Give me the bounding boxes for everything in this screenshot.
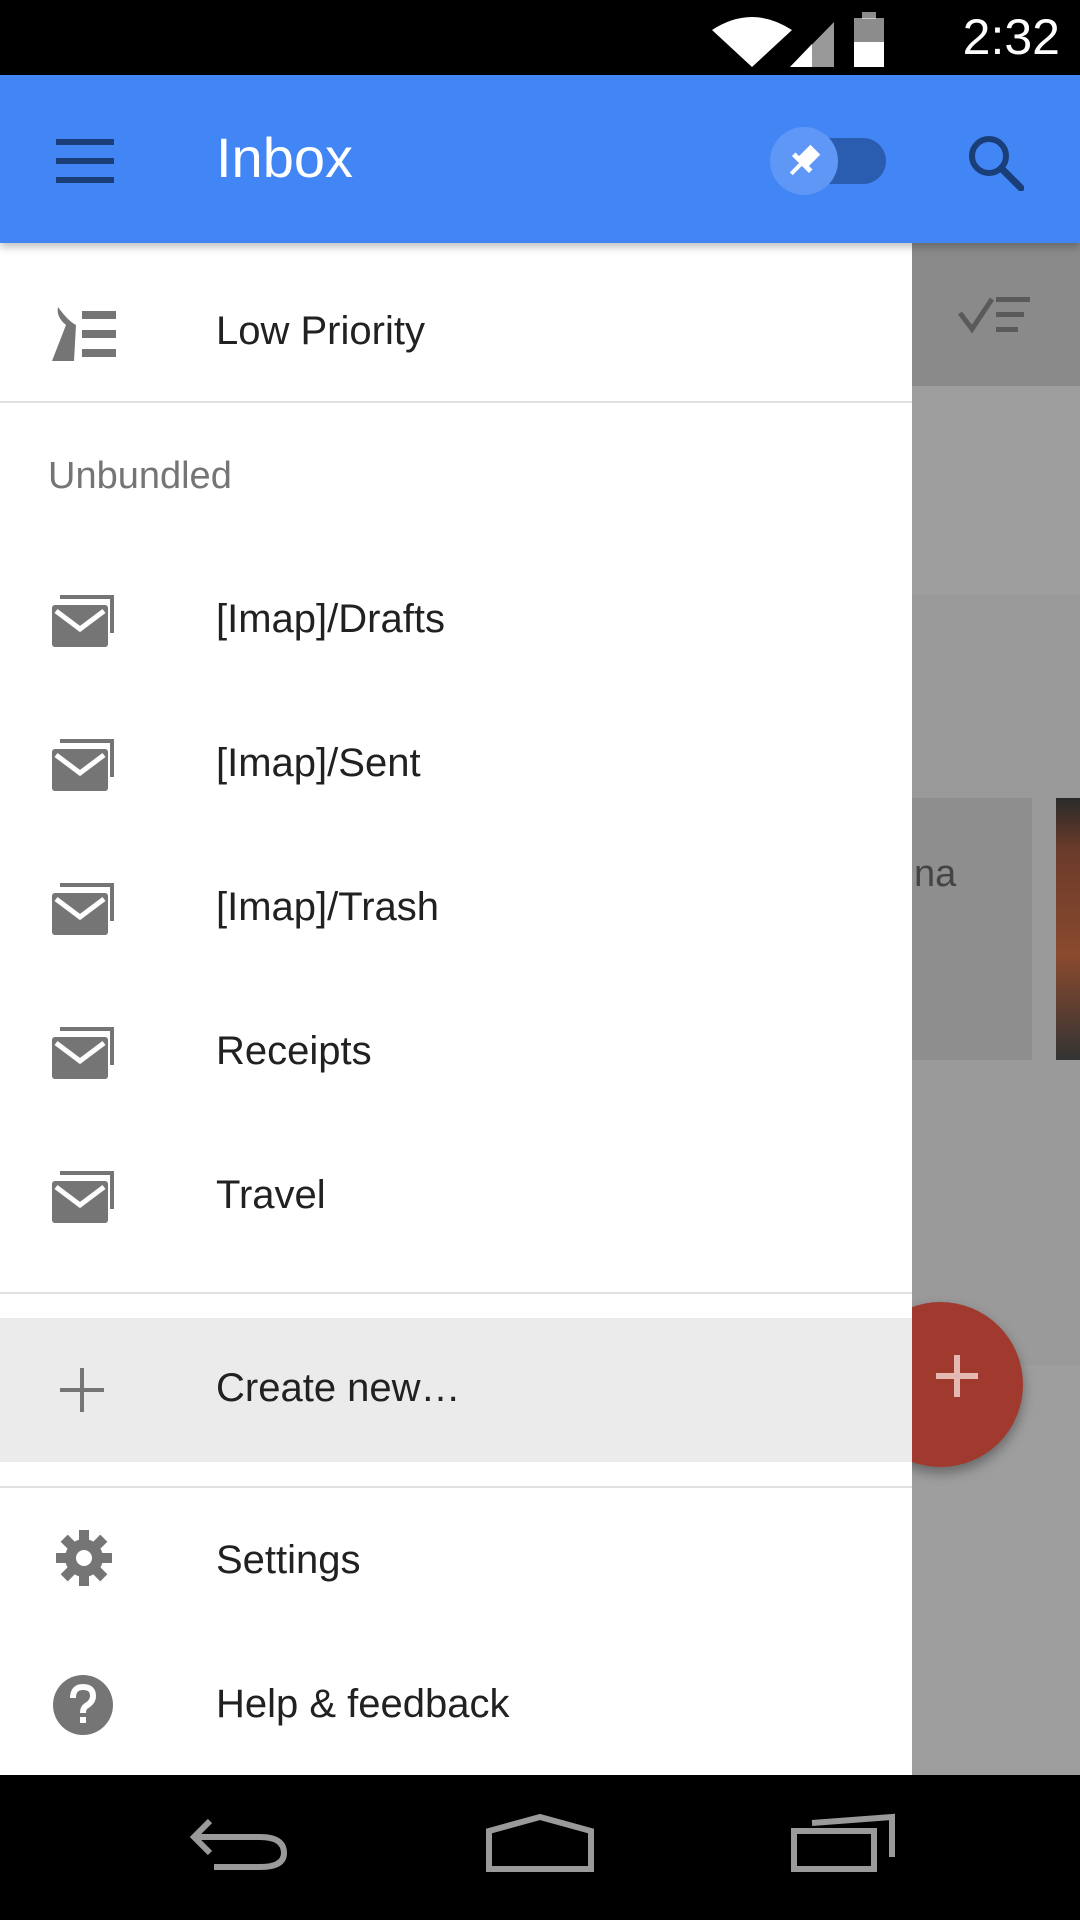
divider [0,401,912,403]
drawer-item-label: Receipts [216,1029,372,1073]
label-mail-icon [52,595,114,647]
status-time: 2:32 [962,9,1060,65]
page-title: Inbox [216,126,353,189]
drawer-item-low-priority[interactable]: Low Priority [0,261,912,405]
divider [0,1486,912,1488]
divider [0,1292,912,1294]
wifi-icon [712,17,792,67]
status-bar: 2:32 [0,0,1080,75]
drawer-item-label: [Imap]/Trash [216,885,440,929]
plus-icon [936,1355,978,1397]
system-nav-bar [0,1775,1080,1920]
search-icon[interactable] [966,133,1024,191]
pin-toggle[interactable] [768,125,890,197]
drawer-item-imap-sent[interactable]: [Imap]/Sent [0,693,912,837]
label-mail-icon [52,1171,114,1223]
gear-icon [56,1530,112,1586]
drawer-item-receipts[interactable]: Receipts [0,981,912,1125]
drawer-item-label: Settings [216,1538,361,1582]
drawer-item-travel[interactable]: Travel [0,1125,912,1269]
plus-icon [60,1368,104,1412]
home-icon[interactable] [485,1813,595,1873]
navigation-drawer: Low Priority Unbundled [Imap]/Drafts [Im… [0,243,912,1775]
cell-signal-icon [790,22,834,67]
drawer-item-label: Create new… [216,1366,461,1410]
label-mail-icon [52,1027,114,1079]
drawer-item-help-feedback[interactable]: Help & feedback [0,1634,912,1778]
card-thumbnail [1056,798,1080,1060]
create-new-button[interactable]: Create new… [0,1318,912,1462]
drawer-item-settings[interactable]: Settings [0,1490,912,1634]
card-text: na [914,853,957,895]
drawer-item-imap-drafts[interactable]: [Imap]/Drafts [0,549,912,693]
drawer-item-label: [Imap]/Sent [216,741,421,785]
status-icons [712,12,884,67]
drawer-item-label: Help & feedback [216,1682,510,1726]
label-mail-icon [52,883,114,935]
done-all-icon[interactable] [958,295,1032,335]
message-card[interactable] [912,798,1032,1060]
back-icon[interactable] [190,1813,290,1873]
low-priority-icon [52,307,116,361]
drawer-item-label: Travel [216,1173,326,1217]
drawer-item-imap-trash[interactable]: [Imap]/Trash [0,837,912,981]
drawer-item-label: [Imap]/Drafts [216,597,445,641]
recents-icon[interactable] [790,1813,896,1873]
menu-icon[interactable] [56,139,114,183]
battery-icon [854,12,884,67]
label-mail-icon [52,739,114,791]
section-header: Unbundled [48,455,232,497]
drawer-item-label: Low Priority [216,309,425,353]
app-bar: Inbox [0,75,1080,243]
help-icon [53,1675,113,1735]
